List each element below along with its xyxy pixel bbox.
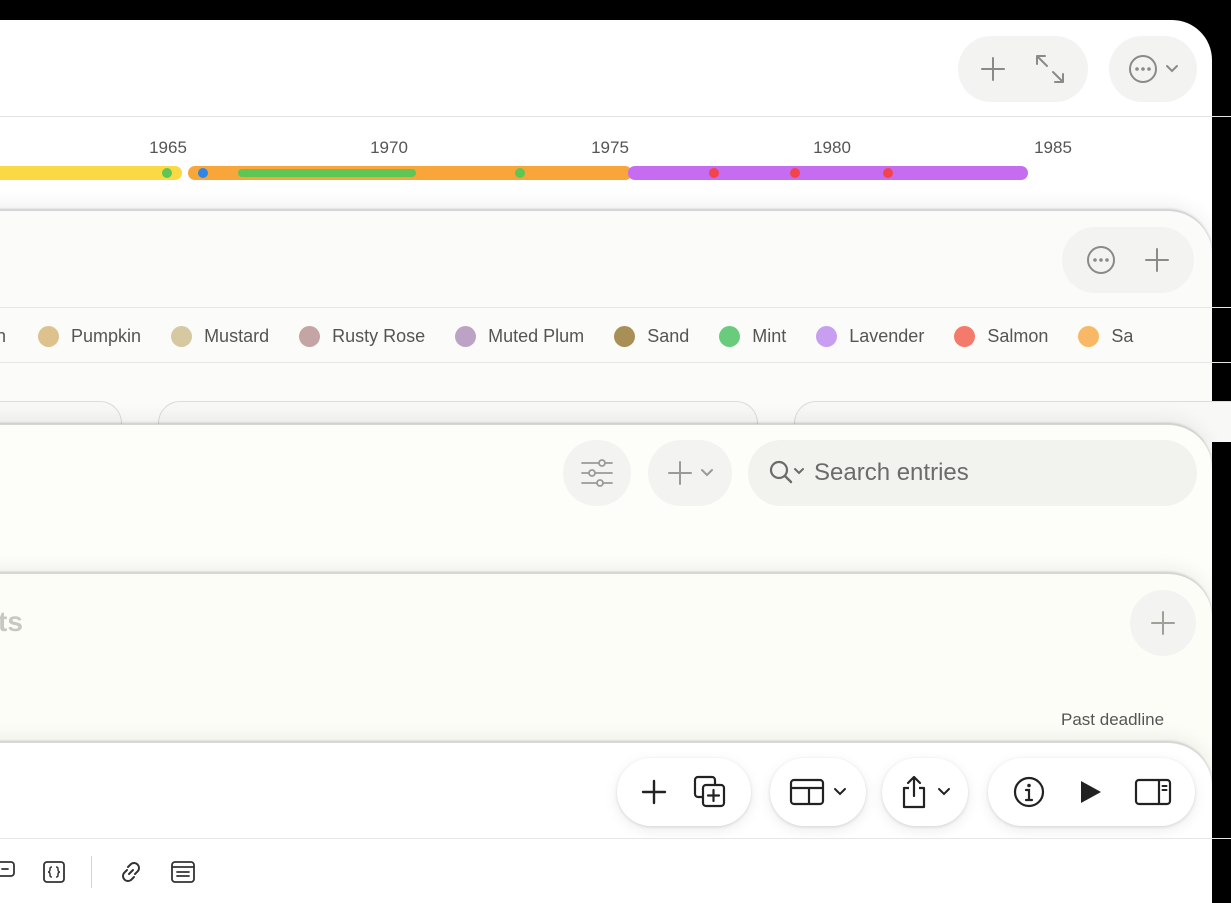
insert-actions-group [617,758,751,826]
add-project-button[interactable] [1130,590,1196,656]
color-swatch [455,325,477,347]
color-swatch [299,325,321,347]
labels-divider [0,307,1231,308]
label-item[interactable]: Muted Plum [455,325,585,347]
layout-icon [789,777,825,807]
editor-divider [0,838,1231,839]
link-icon[interactable] [117,858,145,886]
projects-title: ts [0,606,23,637]
color-swatch [954,325,976,347]
comment-icon[interactable] [0,860,16,882]
timeline-event-dot[interactable] [883,168,893,178]
color-swatch [614,325,636,347]
label-item[interactable]: Rusty Rose [299,325,426,347]
label-text: Salmon [987,325,1049,346]
add-icon [1149,609,1177,637]
duplicate-icon[interactable] [692,774,728,810]
chevron-down-icon [833,787,847,797]
label-item[interactable]: en [0,326,6,347]
labels-bottom-divider [0,362,1231,363]
timeline-divider [0,116,1231,117]
sliders-icon [580,458,614,488]
year-label: 1970 [370,138,408,157]
info-icon[interactable] [1012,775,1046,809]
timeline-more-menu[interactable] [1109,36,1197,102]
label-item[interactable]: Mustard [171,325,270,347]
sidebar-toggle-icon[interactable] [1134,777,1172,807]
label-item[interactable]: Lavender [816,325,925,347]
chevron-down-icon [700,468,714,478]
color-swatch [171,325,193,347]
share-menu[interactable] [882,758,968,826]
search-icon [768,459,806,487]
color-swatch [38,325,60,347]
label-text: Sand [647,325,690,346]
year-label: 1975 [591,138,629,157]
filter-button[interactable] [563,440,631,506]
label-text: Rusty Rose [332,325,426,346]
label-item[interactable]: Pumpkin [38,325,142,347]
add-entry-menu[interactable] [648,440,732,506]
add-icon [666,459,694,487]
year-label: 1985 [1034,138,1072,157]
add-icon[interactable] [640,778,668,806]
label-item[interactable]: Salmon [954,325,1049,347]
chevron-down-icon [937,787,951,797]
color-swatch [719,325,741,347]
timeline-bar-purple[interactable] [628,166,1028,180]
add-icon[interactable] [1143,246,1171,274]
status-label: Past deadline [1061,710,1165,729]
timeline-event-dot[interactable] [515,168,525,178]
chevron-down-icon [1165,64,1179,74]
label-text: Sa [1111,325,1134,346]
timeline-actions-group [958,36,1088,102]
label-item[interactable]: Sand [614,325,690,347]
expand-icon[interactable] [1033,52,1067,86]
play-icon[interactable] [1076,778,1104,806]
note-icon[interactable] [170,860,196,884]
label-text: en [0,325,7,346]
search-entries-field[interactable]: Search entries [748,440,1197,506]
add-icon[interactable] [979,55,1007,83]
year-label: 1980 [813,138,851,157]
timeline-bar-green[interactable] [238,169,416,177]
label-text: Mint [752,325,787,346]
more-icon[interactable] [1085,244,1117,276]
more-icon [1127,53,1159,85]
timeline-event-dot[interactable] [709,168,719,178]
timeline-event-dot[interactable] [790,168,800,178]
year-label: 1965 [149,138,187,157]
label-text: Muted Plum [488,325,585,346]
label-text: Lavender [849,325,925,346]
label-list: en Pumpkin Mustard Rusty Rose Muted Plum… [0,322,1163,350]
label-text: Mustard [204,325,270,346]
timeline-bar-yellow[interactable] [0,166,182,180]
toolbar-separator [91,856,92,888]
share-icon [899,774,929,810]
layout-menu[interactable] [770,758,866,826]
label-item[interactable]: Mint [719,325,787,347]
labels-actions-group [1062,227,1194,293]
timeline-event-dot[interactable] [198,168,208,178]
color-swatch [1078,325,1100,347]
label-text: Pumpkin [71,325,142,346]
search-input[interactable]: Search entries [814,459,969,487]
label-item[interactable]: Sa [1078,325,1134,347]
color-swatch [816,325,838,347]
timeline-event-dot[interactable] [162,168,172,178]
view-actions-group [988,758,1195,826]
code-block-icon[interactable] [42,860,66,884]
